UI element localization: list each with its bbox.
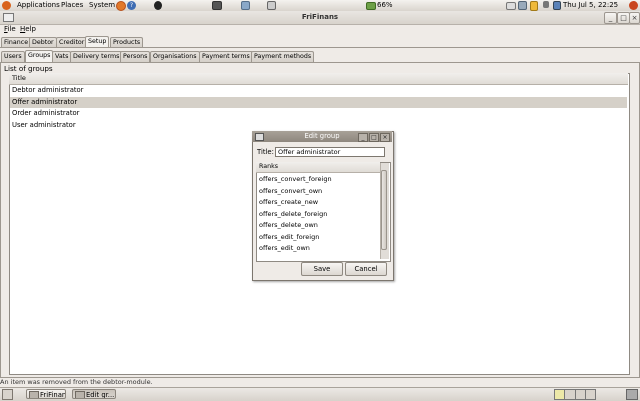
tab-persons[interactable]: Persons xyxy=(120,51,151,62)
rank-item[interactable]: offers_delete_foreign xyxy=(259,210,327,218)
rank-item[interactable]: offers_edit_own xyxy=(259,244,310,252)
close-button[interactable]: × xyxy=(629,12,640,24)
rank-item[interactable]: offers_edit_foreign xyxy=(259,233,319,241)
network-icon xyxy=(241,1,250,10)
system-menu[interactable]: System xyxy=(89,1,115,10)
ranks-scrollbar-thumb[interactable] xyxy=(381,170,387,250)
rank-item[interactable]: offers_convert_own xyxy=(259,187,322,195)
cancel-button[interactable]: Cancel xyxy=(345,262,387,276)
terminal-icon[interactable] xyxy=(212,1,222,10)
applications-menu[interactable]: Applications xyxy=(17,1,60,10)
list-item[interactable]: User administrator xyxy=(10,120,627,131)
rank-item[interactable]: offers_convert_foreign xyxy=(259,175,332,183)
show-desktop-icon[interactable] xyxy=(2,389,13,400)
menubar: File Help xyxy=(0,24,640,35)
power-icon[interactable] xyxy=(530,1,538,11)
window-titlebar[interactable]: FriFinans _ □ × xyxy=(0,11,640,25)
help-menu[interactable]: Help xyxy=(20,25,36,33)
status-message: An item was removed from the debtor-modu… xyxy=(0,378,153,386)
tab-organisations[interactable]: Organisations xyxy=(150,51,200,62)
tab-users[interactable]: Users xyxy=(1,51,25,62)
file-menu[interactable]: File xyxy=(4,25,16,33)
title-label: Title: xyxy=(257,148,274,156)
column-header-title[interactable]: Title xyxy=(9,73,628,85)
window-title: FriFinans xyxy=(301,13,339,21)
cpu-monitor-icon xyxy=(267,1,276,10)
dialog-close-button[interactable]: × xyxy=(380,133,390,142)
column-header-ranks[interactable]: Ranks xyxy=(256,162,380,173)
battery-icon xyxy=(366,2,376,10)
dialog-titlebar[interactable]: Edit group _ □ × xyxy=(252,131,392,142)
trash-icon[interactable] xyxy=(626,389,638,400)
mail-icon[interactable] xyxy=(553,1,561,10)
help-icon[interactable]: ? xyxy=(127,1,136,10)
tab-payment-terms[interactable]: Payment terms xyxy=(199,51,253,62)
tab-delivery-terms[interactable]: Delivery terms xyxy=(70,51,123,62)
rank-item[interactable]: offers_create_new xyxy=(259,198,318,206)
tab-divider xyxy=(0,47,640,48)
clock[interactable]: Thu Jul 5, 22:25 xyxy=(563,1,618,10)
battery-percent: 66% xyxy=(377,1,393,9)
tab-vats[interactable]: Vats xyxy=(52,51,72,62)
ubuntu-logo-icon[interactable] xyxy=(2,1,11,10)
list-item[interactable]: Order administrator xyxy=(10,108,627,119)
quit-icon[interactable] xyxy=(629,1,638,10)
window-icon xyxy=(75,391,85,398)
list-item-selected[interactable]: Offer administrator xyxy=(10,97,627,108)
dialog-minimize-button[interactable]: _ xyxy=(358,133,368,142)
window-icon xyxy=(29,391,39,398)
save-button[interactable]: Save xyxy=(301,262,343,276)
list-item[interactable]: Debtor administrator xyxy=(10,85,627,96)
volume-icon[interactable] xyxy=(543,1,549,8)
pidgin-icon[interactable] xyxy=(154,1,162,10)
title-input[interactable] xyxy=(275,147,385,157)
printer-icon[interactable] xyxy=(506,2,516,10)
list-heading: List of groups xyxy=(4,64,53,73)
taskbar-item-edit-group[interactable]: Edit gr... xyxy=(72,389,116,399)
taskbar-item-frifinans[interactable]: FriFinans xyxy=(26,389,66,399)
rank-item[interactable]: offers_delete_own xyxy=(259,221,318,229)
firefox-icon[interactable] xyxy=(116,1,126,11)
places-menu[interactable]: Places xyxy=(61,1,83,10)
tab-payment-methods[interactable]: Payment methods xyxy=(251,51,315,62)
network-manager-icon[interactable] xyxy=(518,1,527,10)
dialog-maximize-button[interactable]: □ xyxy=(369,133,379,142)
tab-groups[interactable]: Groups xyxy=(25,50,54,62)
workspace-switcher[interactable] xyxy=(554,389,596,400)
minimize-button[interactable]: _ xyxy=(604,12,617,24)
